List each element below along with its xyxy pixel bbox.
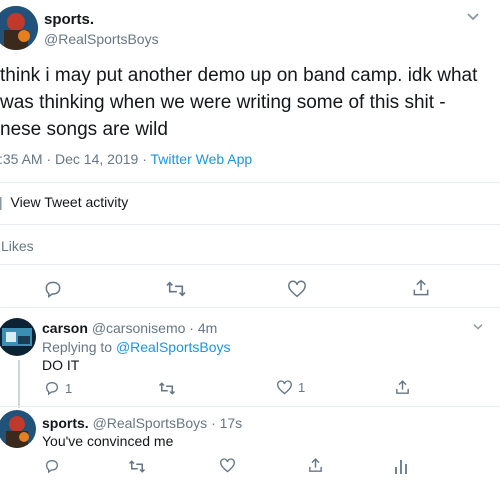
heart-icon[interactable] xyxy=(219,458,236,473)
author-handle[interactable]: @carsonisemo xyxy=(92,320,186,336)
divider xyxy=(0,182,500,183)
reply-text: DO IT xyxy=(42,357,80,373)
replying-to: Replying to @RealSportsBoys xyxy=(42,339,231,355)
author-handle[interactable]: @RealSportsBoys xyxy=(44,31,159,47)
author-handle[interactable]: @RealSportsBoys xyxy=(93,415,208,431)
tweet-text-line: was thinking when we were writing some o… xyxy=(0,92,446,113)
tweet-timestamp-row: :35 AM · Dec 14, 2019 · Twitter Web App xyxy=(0,151,252,167)
heart-icon[interactable] xyxy=(287,280,307,298)
view-activity-label[interactable]: View Tweet activity xyxy=(11,194,129,210)
chevron-down-icon[interactable] xyxy=(472,323,484,331)
replying-to-handle[interactable]: @RealSportsBoys xyxy=(116,339,231,355)
tweet-text-line: think i may put another demo up on band … xyxy=(0,65,478,86)
like-action[interactable]: 1 xyxy=(276,380,305,395)
author-name[interactable]: sports. xyxy=(42,415,89,431)
tweet-text-line: nese songs are wild xyxy=(0,119,168,140)
replying-to-label: Replying to xyxy=(42,339,116,355)
view-activity-row[interactable]: | View Tweet activity xyxy=(0,194,128,210)
chevron-down-icon[interactable] xyxy=(466,12,480,22)
divider xyxy=(0,264,500,265)
tweet-timestamp[interactable]: :35 AM · Dec 14, 2019 · xyxy=(0,151,151,167)
reply-icon[interactable] xyxy=(44,380,60,396)
share-icon[interactable] xyxy=(307,457,324,474)
heart-icon[interactable] xyxy=(276,380,293,395)
reply-time[interactable]: · 17s xyxy=(211,415,242,431)
reply-text: You've convinced me xyxy=(42,433,174,449)
reply-header: carson @carsonisemo · 4m xyxy=(42,320,217,336)
avatar[interactable] xyxy=(0,6,38,50)
reply-time[interactable]: · 4m xyxy=(189,320,217,336)
likes-label[interactable]: Likes xyxy=(1,238,34,254)
analytics-icon[interactable] xyxy=(394,458,408,474)
retweet-icon[interactable] xyxy=(158,381,176,396)
divider xyxy=(0,307,500,308)
author-name[interactable]: carson xyxy=(42,320,88,336)
reply-icon[interactable] xyxy=(43,279,63,299)
retweet-icon[interactable] xyxy=(128,459,146,474)
share-icon[interactable] xyxy=(394,379,411,396)
tweet-source[interactable]: Twitter Web App xyxy=(151,151,253,167)
divider xyxy=(0,224,500,225)
author-name[interactable]: sports. xyxy=(44,11,94,28)
tweet-text: think i may put another demo up on band … xyxy=(0,62,500,143)
reply-header: sports. @RealSportsBoys · 17s xyxy=(42,415,242,431)
reply-icon[interactable] xyxy=(44,458,60,474)
share-icon[interactable] xyxy=(411,278,431,298)
thread-line xyxy=(18,360,20,408)
reply-count: 1 xyxy=(65,380,73,396)
avatar[interactable] xyxy=(0,410,36,448)
avatar[interactable] xyxy=(0,318,36,356)
analytics-icon: | xyxy=(0,194,3,210)
retweet-icon[interactable] xyxy=(165,280,187,298)
reply-action[interactable]: 1 xyxy=(44,380,72,396)
like-count: 1 xyxy=(298,380,306,395)
divider xyxy=(0,406,500,407)
